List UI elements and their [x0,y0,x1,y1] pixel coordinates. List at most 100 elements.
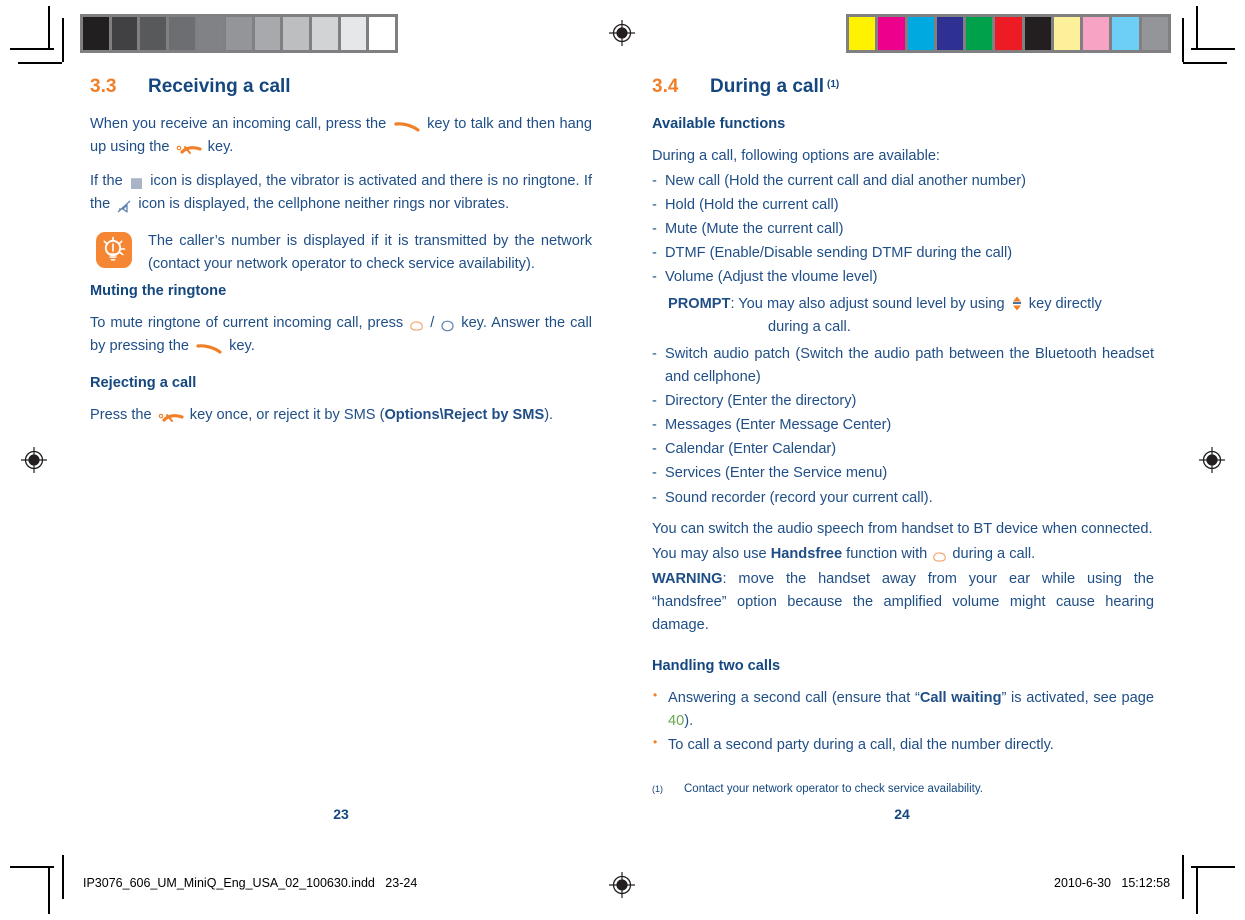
paragraph-vibrator-icons: If the icon is displayed, the vibrator i… [90,170,592,216]
list-item: Calendar (Enter Calendar) [652,438,1154,461]
reject-part-a: Press the [90,407,152,424]
paragraph-reject-call: Press the key once, or reject it by SMS … [90,404,592,427]
page-cross-reference[interactable]: 40 [668,713,684,729]
navigation-up-down-key-icon [1012,296,1022,311]
warning-text: : move the handset away from your ear wh… [652,570,1154,633]
crop-mark-tr-h [1191,48,1235,50]
imprint-filename: IP3076_606_UM_MiniQ_Eng_USA_02_100630.in… [83,876,418,890]
handsfree-part-c: during a call. [952,545,1036,562]
color-swatch-3 [936,17,964,50]
registration-target-top [609,20,635,46]
crop-mark-tr-h2 [1183,62,1227,64]
section-number: 3.3 [90,76,117,97]
section-title-text: During a call [710,76,825,97]
para-1-part-a: When you receive an incoming call, press… [90,115,387,132]
list-item: Directory (Enter the directory) [652,390,1154,413]
color-swatch-1 [878,17,905,50]
paragraph-intro-options: During a call, following options are ava… [652,147,940,164]
footnote-text: Contact your network operator to check s… [684,783,983,795]
paragraph-warning: WARNING: move the handset away from your… [652,568,1154,637]
bullet-1-part-c: ). [684,712,694,729]
list-item: Services (Enter the Service menu) [652,462,1154,485]
paragraph-mute-ringtone: To mute ringtone of current incoming cal… [90,312,592,358]
paragraph-switch-audio: You can switch the audio speech from han… [652,520,1153,537]
para-2-part-a: If the [90,172,123,189]
crop-mark-tr-v [1196,6,1198,50]
crop-mark-tl-v2 [62,18,64,62]
reject-part-c: ). [544,407,554,424]
registration-target-right [1199,447,1225,473]
mute-part-c: key. [229,338,255,355]
page-left: 3.3 Receiving a call When you receive an… [90,76,592,438]
section-title-text: Receiving a call [148,76,291,97]
handsfree-bold: Handsfree [770,545,843,562]
subtitle-muting-ringtone: Muting the ringtone [90,283,227,300]
crop-mark-bl-v2 [62,855,64,899]
list-item: Answering a second call (ensure that “Ca… [652,686,1154,733]
bullet-1-bold: Call waiting [919,689,1002,706]
color-swatch-5 [995,17,1022,50]
handsfree-part-a: You may also use [652,545,767,562]
section-heading-3-3: 3.3 Receiving a call [90,76,592,99]
list-item: DTMF (Enable/Disable sending DTMF during… [652,242,1154,265]
subtitle-rejecting-call: Rejecting a call [90,375,197,392]
reject-part-b: key once, or reject it by SMS ( [189,407,385,424]
grayscale-swatch-6 [254,17,281,50]
grayscale-swatch-9 [340,17,367,50]
paragraph-handsfree: You may also use Handsfree function with… [652,543,1154,566]
tip-text: The caller’s number is displayed if it i… [148,232,592,273]
para-1-part-c: key. [207,138,234,155]
grayscale-swatch-5 [226,17,252,50]
list-item: Volume (Adjust the vloume level) [652,266,1154,289]
registration-target-bottom [609,872,635,898]
grayscale-swatch-3 [168,17,195,50]
registration-target-left [21,447,47,473]
grayscale-swatch-8 [312,17,338,50]
end-key-icon-2 [158,409,184,423]
footnote: (1) Contact your network operator to che… [652,783,1162,795]
footnote-marker: (1) [652,784,663,794]
grayscale-swatch-2 [140,17,166,50]
end-key-icon [176,141,202,154]
send-key-icon-2 [196,340,222,354]
color-swatch-6 [1024,17,1051,50]
para-2-part-c: icon is displayed, the cellphone neither… [138,195,510,212]
handling-calls-list: Answering a second call (ensure that “Ca… [652,686,1154,757]
section-footnote-marker: (1) [827,78,840,90]
section-heading-3-4: 3.4 During a call (1) [652,76,1154,99]
paragraph-incoming-call: When you receive an incoming call, press… [90,113,592,159]
lightbulb-tip-icon [96,231,132,268]
warning-label: WARNING [652,570,723,587]
grayscale-swatch-10 [369,17,396,50]
color-swatch-0 [849,17,876,50]
prompt-part-b: key directly [1028,296,1102,313]
bullet-1-part-b: ” is activated, see page [1001,689,1154,706]
list-item: New call (Hold the current call and dial… [652,170,1154,193]
subtitle-handling-two-calls: Handling two calls [652,657,781,674]
color-swatch-7 [1053,17,1081,50]
list-item: Hold (Hold the current call) [652,194,1154,217]
silent-mode-icon [117,198,131,213]
mute-slash: / [430,315,435,332]
options-list-1: New call (Hold the current call and dial… [652,170,1154,289]
prompt-part-a: : You may also adjust sound level by usi… [730,296,1005,313]
list-item: Messages (Enter Message Center) [652,414,1154,437]
color-swatch-4 [966,17,993,50]
grayscale-calibration-strip [80,14,398,53]
send-key-icon [394,118,420,132]
left-softkey-icon [409,317,424,331]
color-swatch-2 [907,17,934,50]
bullet-1-part-a: Answering a second call (ensure that “ [668,689,920,706]
crop-mark-bl-h [10,866,54,868]
crop-mark-tl-v [48,6,50,50]
left-softkey-icon-2 [932,548,947,562]
crop-mark-br-v2 [1182,855,1184,899]
grayscale-swatch-7 [283,17,310,50]
color-swatch-9 [1112,17,1139,50]
list-item: Switch audio patch (Switch the audio pat… [652,343,1154,389]
color-swatch-8 [1083,17,1110,50]
right-softkey-icon [440,317,455,332]
crop-mark-br-h [1191,866,1235,868]
prompt-label: PROMPT [668,296,731,313]
crop-mark-tr-v2 [1182,18,1184,62]
